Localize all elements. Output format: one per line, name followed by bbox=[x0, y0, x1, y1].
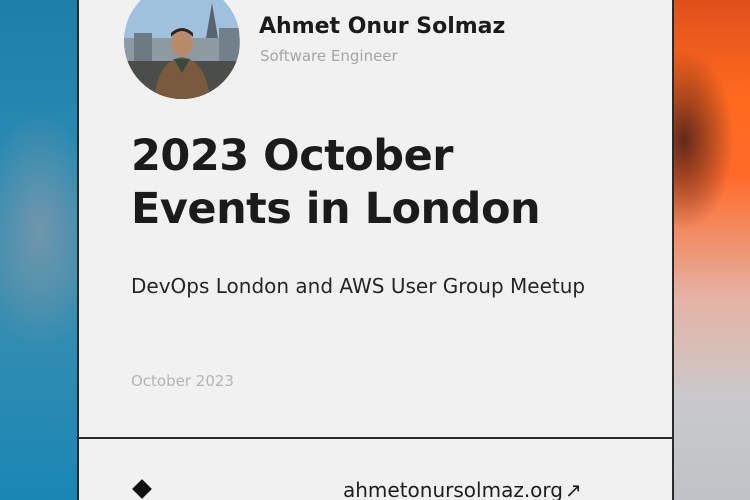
post-title: 2023 October Events in London bbox=[131, 130, 651, 236]
post-date: October 2023 bbox=[131, 372, 234, 390]
site-link[interactable]: ahmetonursolmaz.org ↗ bbox=[343, 478, 582, 500]
post-subtitle: DevOps London and AWS User Group Meetup bbox=[131, 274, 586, 298]
avatar-photo bbox=[124, 0, 240, 99]
diamond-icon bbox=[132, 479, 152, 499]
author-name: Ahmet Onur Solmaz bbox=[259, 14, 506, 39]
author-role: Software Engineer bbox=[260, 47, 398, 65]
footer-divider bbox=[79, 437, 672, 439]
post-card: Ahmet Onur Solmaz Software Engineer 2023… bbox=[77, 0, 674, 500]
post-title-line-1: 2023 October bbox=[131, 131, 453, 181]
post-title-line-2: Events in London bbox=[131, 184, 541, 234]
arrow-up-right-icon: ↗ bbox=[564, 478, 582, 500]
site-link-label: ahmetonursolmaz.org bbox=[343, 478, 563, 500]
background-left bbox=[0, 0, 77, 500]
background-right bbox=[674, 0, 750, 500]
avatar bbox=[124, 0, 240, 99]
